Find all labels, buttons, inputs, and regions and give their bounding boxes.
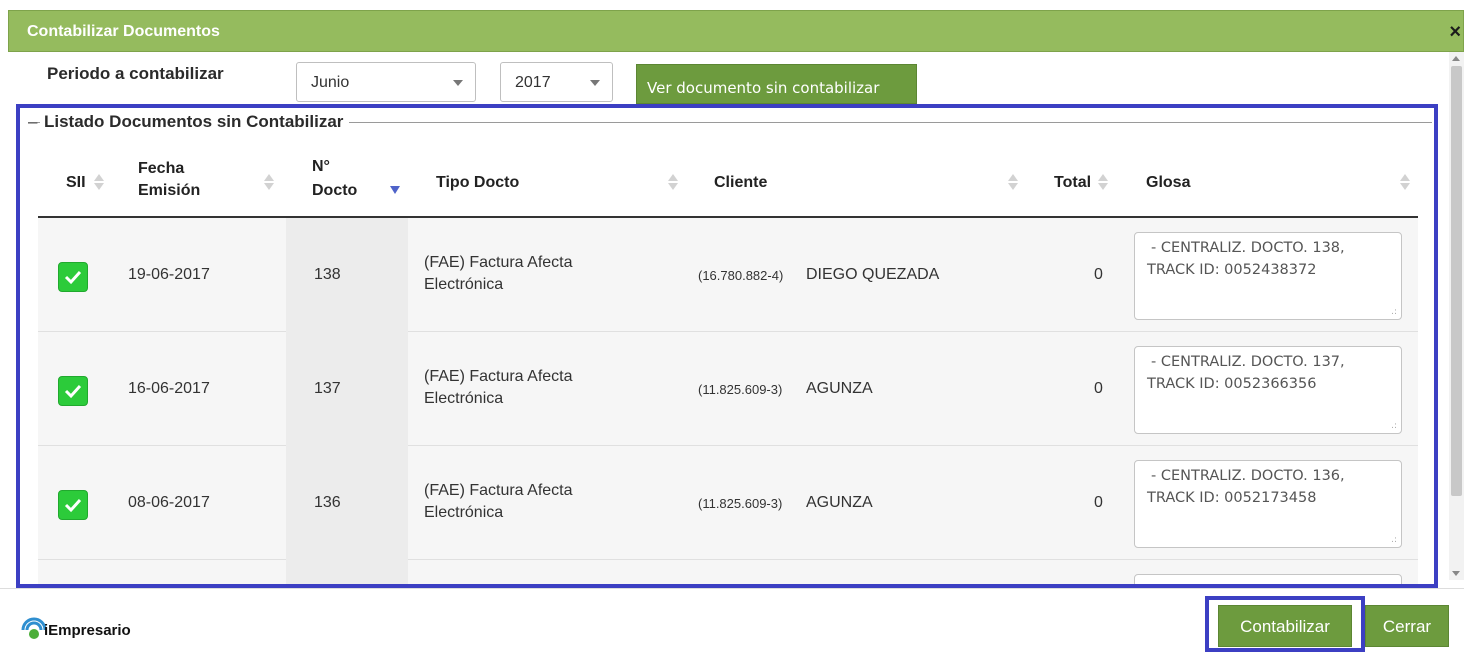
cell-cliente-name: AGUNZA xyxy=(806,380,873,397)
sorted-column-bg xyxy=(286,560,408,584)
cell-total: 0 xyxy=(1094,266,1103,283)
sort-icon[interactable] xyxy=(94,174,104,192)
table-row[interactable]: 08-06-2017 136 (FAE) Factura Afecta Elec… xyxy=(38,446,1418,560)
year-select[interactable]: 2017 xyxy=(500,62,613,102)
cell-tipo: (FAE) Factura Afecta xyxy=(424,368,573,385)
cell-fecha: 08-06-2017 xyxy=(128,494,210,511)
scroll-down-icon[interactable] xyxy=(1452,571,1460,576)
glosa-textarea[interactable]: - CENTRALIZ. DOCTO. 138, TRACK ID: 00524… xyxy=(1134,232,1402,320)
sii-check-icon xyxy=(58,490,88,520)
cell-ndocto: 137 xyxy=(314,380,341,397)
column-header-cliente[interactable]: Cliente xyxy=(714,174,767,192)
table-row[interactable] xyxy=(38,560,1418,584)
listado-panel: – Listado Documentos sin Contabilizar SI… xyxy=(16,104,1438,588)
sort-icon[interactable] xyxy=(1400,174,1410,192)
cell-ndocto: 136 xyxy=(314,494,341,511)
cell-cliente-id: (11.825.609-3) xyxy=(698,496,783,511)
cell-total: 0 xyxy=(1094,380,1103,397)
glosa-textarea[interactable]: - CENTRALIZ. DOCTO. 137, TRACK ID: 00523… xyxy=(1134,346,1402,434)
column-header-ndocto-line2[interactable]: Docto xyxy=(312,182,357,200)
month-select-value: Junio xyxy=(311,74,350,91)
column-header-tipo[interactable]: Tipo Docto xyxy=(436,174,519,192)
table-header: SII Fecha Emisión N° Docto Tipo Docto Cl… xyxy=(38,144,1418,218)
sorted-column-bg xyxy=(286,218,408,332)
sort-icon[interactable] xyxy=(668,174,678,192)
month-select[interactable]: Junio xyxy=(296,62,476,102)
documents-table: SII Fecha Emisión N° Docto Tipo Docto Cl… xyxy=(38,144,1418,584)
close-icon[interactable]: × xyxy=(1449,22,1461,42)
sii-check-icon xyxy=(58,376,88,406)
cell-total: 0 xyxy=(1094,494,1103,511)
sort-icon[interactable] xyxy=(264,174,274,192)
resize-grip-icon[interactable]: .: xyxy=(1391,536,1397,545)
table-row[interactable]: 19-06-2017 138 (FAE) Factura Afecta Elec… xyxy=(38,218,1418,332)
cell-fecha: 16-06-2017 xyxy=(128,380,210,397)
cell-ndocto: 138 xyxy=(314,266,341,283)
cell-tipo: (FAE) Factura Afecta xyxy=(424,482,573,499)
legend-dash: – xyxy=(28,112,38,131)
resize-grip-icon[interactable]: .: xyxy=(1391,308,1397,317)
cell-cliente-id: (16.780.882-4) xyxy=(698,268,784,283)
cell-tipo: (FAE) Factura Afecta xyxy=(424,254,573,271)
dialog-titlebar: Contabilizar Documentos × xyxy=(8,10,1464,52)
glosa-text-line2: TRACK ID: 0052173458 xyxy=(1147,490,1317,506)
periodo-label: Periodo a contabilizar xyxy=(47,64,224,83)
cerrar-button[interactable]: Cerrar xyxy=(1365,605,1449,647)
sii-check-icon xyxy=(58,262,88,292)
glosa-text: - CENTRALIZ. DOCTO. 137, xyxy=(1151,354,1345,370)
cell-tipo-line2: Electrónica xyxy=(424,504,504,521)
column-header-fecha-line2[interactable]: Emisión xyxy=(138,182,200,200)
chevron-down-icon xyxy=(453,80,463,86)
scroll-up-icon[interactable] xyxy=(1452,56,1460,61)
glosa-text-line2: TRACK ID: 0052366356 xyxy=(1147,376,1317,392)
resize-grip-icon[interactable]: .: xyxy=(1391,422,1397,431)
glosa-text: - CENTRALIZ. DOCTO. 138, xyxy=(1151,240,1345,256)
glosa-textarea[interactable]: - CENTRALIZ. DOCTO. 136, TRACK ID: 00521… xyxy=(1134,460,1402,548)
ver-documento-button[interactable]: Ver documento sin contabilizar xyxy=(636,64,917,104)
column-header-sii[interactable]: SII xyxy=(66,174,86,192)
chevron-down-icon xyxy=(590,80,600,86)
logo-text: iEmpresario xyxy=(44,622,131,639)
column-header-fecha[interactable]: Fecha xyxy=(138,160,184,178)
cell-fecha: 19-06-2017 xyxy=(128,266,210,283)
cell-cliente-id: (11.825.609-3) xyxy=(698,382,783,397)
glosa-text-line2: TRACK ID: 0052438372 xyxy=(1147,262,1317,278)
column-header-total[interactable]: Total xyxy=(1054,174,1091,192)
column-header-ndocto[interactable]: N° xyxy=(312,158,330,176)
contabilizar-button[interactable]: Contabilizar xyxy=(1218,605,1352,647)
glosa-text: - CENTRALIZ. DOCTO. 136, xyxy=(1151,468,1345,484)
sort-icon[interactable] xyxy=(1098,174,1108,192)
sort-desc-icon[interactable] xyxy=(390,186,400,194)
sorted-column-bg xyxy=(286,332,408,446)
dialog-scrollbar[interactable] xyxy=(1449,52,1464,580)
cell-cliente-name: DIEGO QUEZADA xyxy=(806,266,940,283)
year-select-value: 2017 xyxy=(515,74,551,91)
sort-icon[interactable] xyxy=(1008,174,1018,192)
dialog-title: Contabilizar Documentos xyxy=(27,23,220,40)
glosa-textarea[interactable] xyxy=(1134,574,1402,584)
cell-tipo-line2: Electrónica xyxy=(424,390,504,407)
scrollbar-thumb[interactable] xyxy=(1451,66,1462,496)
table-row[interactable]: 16-06-2017 137 (FAE) Factura Afecta Elec… xyxy=(38,332,1418,446)
listado-legend: Listado Documentos sin Contabilizar xyxy=(40,112,350,132)
cell-cliente-name: AGUNZA xyxy=(806,494,873,511)
sorted-column-bg xyxy=(286,446,408,560)
column-header-glosa[interactable]: Glosa xyxy=(1146,174,1190,192)
footer-divider xyxy=(0,588,1464,589)
cell-tipo-line2: Electrónica xyxy=(424,276,504,293)
